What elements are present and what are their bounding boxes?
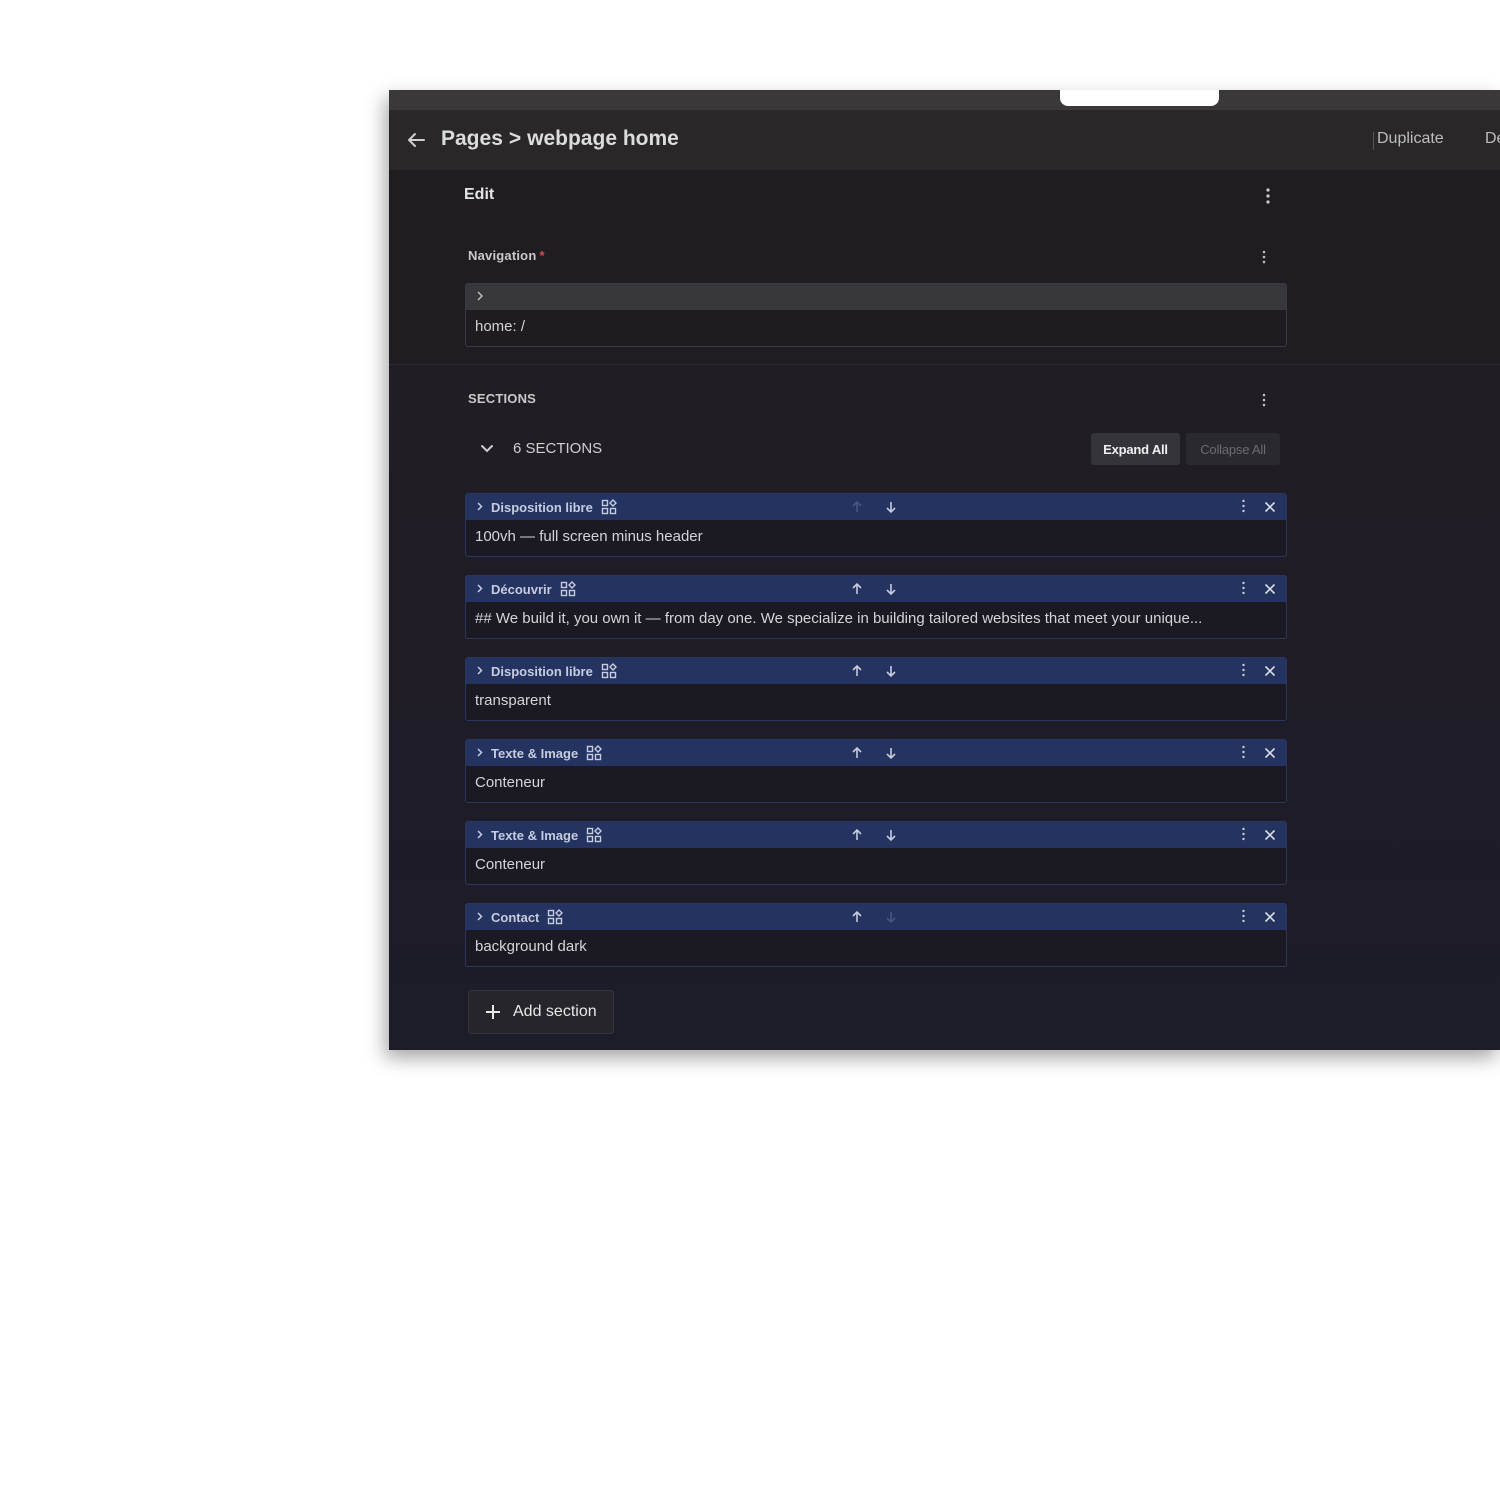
required-asterisk: * bbox=[539, 248, 545, 263]
arrow-up-icon[interactable] bbox=[850, 500, 864, 514]
back-arrow-icon[interactable] bbox=[405, 129, 427, 151]
arrow-down-icon[interactable] bbox=[884, 746, 898, 760]
chevron-down-icon bbox=[481, 444, 493, 452]
section-title: Découvrir bbox=[491, 581, 576, 597]
navigation-field[interactable]: home: / bbox=[465, 283, 1287, 347]
arrow-up-icon[interactable] bbox=[850, 746, 864, 760]
section-more-icon[interactable] bbox=[1238, 499, 1248, 515]
arrow-up-icon[interactable] bbox=[850, 828, 864, 842]
section-more-icon[interactable] bbox=[1238, 663, 1248, 679]
navigation-value: home: / bbox=[475, 318, 526, 335]
section-summary: Conteneur bbox=[475, 856, 546, 873]
page-header: Pages>webpage home Duplicate De bbox=[389, 110, 1500, 170]
section-more-icon[interactable] bbox=[1238, 745, 1248, 761]
expand-all-button[interactable]: Expand All bbox=[1091, 433, 1180, 465]
sections-group-toggle[interactable]: 6 SECTIONS bbox=[479, 440, 602, 457]
breadcrumb: Pages > webpage home bbox=[441, 127, 679, 151]
section-card-bar[interactable]: Contact bbox=[466, 904, 1286, 930]
edit-title: Edit bbox=[464, 186, 495, 203]
section-title-text: Texte & Image bbox=[491, 827, 579, 843]
widgets-icon bbox=[548, 909, 564, 925]
section-title: Texte & Image bbox=[491, 745, 603, 761]
widgets-icon bbox=[560, 581, 576, 597]
widgets-icon bbox=[601, 499, 617, 515]
chevron-right-icon[interactable] bbox=[474, 747, 485, 758]
close-icon[interactable] bbox=[1264, 501, 1276, 513]
arrow-down-icon[interactable] bbox=[884, 664, 898, 678]
chevron-right-icon[interactable] bbox=[474, 911, 485, 922]
section-card[interactable]: Texte & Image Conteneur bbox=[465, 821, 1287, 885]
chevron-right-icon[interactable] bbox=[474, 665, 485, 676]
arrow-down-icon[interactable] bbox=[884, 582, 898, 596]
section-title: Disposition libre bbox=[491, 663, 617, 679]
close-icon[interactable] bbox=[1264, 911, 1276, 923]
section-title-text: Texte & Image bbox=[491, 745, 579, 761]
section-card[interactable]: Disposition libre transparent bbox=[465, 657, 1287, 721]
arrow-down-icon[interactable] bbox=[884, 910, 898, 924]
close-icon[interactable] bbox=[1264, 665, 1276, 677]
chevron-right-icon[interactable] bbox=[474, 501, 485, 512]
close-icon[interactable] bbox=[1264, 829, 1276, 841]
navigation-field-bar[interactable] bbox=[466, 284, 1286, 310]
section-more-icon[interactable] bbox=[1238, 909, 1248, 925]
section-title: Contact bbox=[491, 909, 564, 925]
edit-more-icon[interactable] bbox=[1258, 186, 1278, 206]
header-action-truncated[interactable]: De bbox=[1485, 130, 1500, 148]
sections-label: SECTIONS bbox=[468, 391, 537, 406]
section-summary: background dark bbox=[475, 938, 587, 955]
section-title: Disposition libre bbox=[491, 499, 617, 515]
chevron-right-icon[interactable] bbox=[474, 290, 486, 302]
arrow-down-icon[interactable] bbox=[884, 500, 898, 514]
widgets-icon bbox=[586, 745, 603, 761]
widgets-icon bbox=[586, 827, 603, 843]
duplicate-button[interactable]: Duplicate bbox=[1377, 130, 1444, 148]
window-top-strip bbox=[389, 90, 1500, 110]
chevron-right-icon[interactable] bbox=[474, 829, 485, 840]
section-card-bar[interactable]: Disposition libre bbox=[466, 494, 1286, 520]
collapse-all-button[interactable]: Collapse All bbox=[1186, 433, 1280, 465]
breadcrumb-root[interactable]: Pages bbox=[441, 127, 503, 150]
section-card-bar[interactable]: Disposition libre bbox=[466, 658, 1286, 684]
navigation-label: Navigation * bbox=[468, 248, 545, 263]
section-summary: ## We build it, you own it — from day on… bbox=[475, 610, 1203, 627]
plus-icon bbox=[486, 1005, 500, 1019]
arrow-down-icon[interactable] bbox=[884, 828, 898, 842]
section-title-text: Contact bbox=[491, 909, 540, 925]
chevron-right-icon[interactable] bbox=[474, 583, 485, 594]
section-card[interactable]: Texte & Image Conteneur bbox=[465, 739, 1287, 803]
section-more-icon[interactable] bbox=[1238, 581, 1248, 597]
section-title-text: Disposition libre bbox=[491, 499, 593, 515]
section-summary: Conteneur bbox=[475, 774, 546, 791]
editor-window: Pages>webpage home Duplicate De Edit Nav… bbox=[389, 90, 1500, 1050]
breadcrumb-current-page: webpage home bbox=[527, 127, 679, 150]
sections-more-icon[interactable] bbox=[1254, 390, 1274, 410]
section-card-bar[interactable]: Découvrir bbox=[466, 576, 1286, 602]
section-summary: transparent bbox=[475, 692, 551, 709]
arrow-up-icon[interactable] bbox=[850, 664, 864, 678]
close-icon[interactable] bbox=[1264, 747, 1276, 759]
section-card[interactable]: Disposition libre 100vh — full screen min… bbox=[465, 493, 1287, 557]
arrow-up-icon[interactable] bbox=[850, 910, 864, 924]
section-title-text: Découvrir bbox=[491, 581, 552, 597]
section-card[interactable]: Découvrir ## We build it, you own it — fr… bbox=[465, 575, 1287, 639]
add-section-button[interactable]: Add section bbox=[468, 990, 614, 1034]
window-top-notch bbox=[1060, 90, 1219, 106]
section-title: Texte & Image bbox=[491, 827, 603, 843]
section-card[interactable]: Contact background dark bbox=[465, 903, 1287, 967]
close-icon[interactable] bbox=[1264, 583, 1276, 595]
header-divider bbox=[1373, 132, 1374, 150]
sections-count: 6 SECTIONS bbox=[513, 440, 603, 457]
section-title-text: Disposition libre bbox=[491, 663, 593, 679]
widgets-icon bbox=[601, 663, 617, 679]
section-summary: 100vh — full screen minus header bbox=[475, 528, 703, 545]
navigation-label-text: Navigation bbox=[468, 248, 537, 263]
add-section-label: Add section bbox=[513, 1003, 597, 1020]
section-more-icon[interactable] bbox=[1238, 827, 1248, 843]
navigation-more-icon[interactable] bbox=[1254, 247, 1274, 267]
breadcrumb-separator: > bbox=[508, 127, 522, 150]
arrow-up-icon[interactable] bbox=[850, 582, 864, 596]
section-card-bar[interactable]: Texte & Image bbox=[466, 740, 1286, 766]
section-card-bar[interactable]: Texte & Image bbox=[466, 822, 1286, 848]
